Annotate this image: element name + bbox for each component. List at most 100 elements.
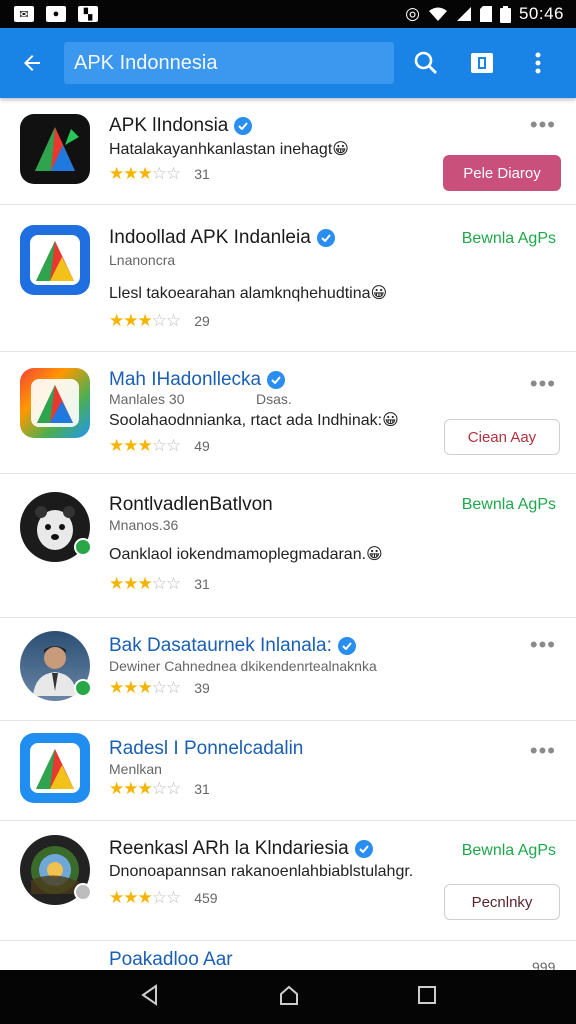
download-link[interactable]: Bewnla AgPs	[462, 496, 556, 514]
app-title: Bak Dasataurnek Inlanala:	[109, 635, 356, 657]
verified-badge-icon	[354, 840, 373, 858]
list-item[interactable]: Poakadloo Aar 999	[0, 941, 576, 970]
verified-badge-icon	[337, 637, 356, 655]
app-title: Radesl I Ponnelcadalin	[109, 738, 304, 759]
star-rating-icon: ★★★☆☆	[109, 779, 181, 798]
app-subtitle: Manlales 30	[109, 391, 185, 407]
star-rating-icon: ★★★☆☆	[109, 436, 181, 455]
back-button[interactable]	[0, 28, 64, 98]
star-rating-icon: ★★★☆☆	[109, 678, 181, 697]
rating-count: 31	[194, 576, 210, 592]
notification-icon: ▚	[78, 6, 98, 22]
play-badge-icon	[74, 538, 92, 556]
rating-count: 39	[194, 680, 210, 696]
vibrate-icon: ◎	[405, 4, 420, 23]
app-action-button[interactable]: Pele Diaroy	[443, 155, 561, 191]
star-rating-icon: ★★★☆☆	[109, 888, 181, 907]
app-title: Reenkasl ARh la Klndariesia	[109, 838, 373, 860]
app-icon	[20, 733, 90, 803]
app-description: Oanklaol iokendmamoplegmadaran.😀	[109, 546, 383, 563]
nav-recents-button[interactable]	[417, 985, 437, 1010]
recents-square-icon	[418, 985, 437, 1004]
rating-count: 31	[194, 781, 210, 797]
wifi-icon	[428, 7, 447, 21]
download-link[interactable]: Bewnla AgPs	[462, 230, 556, 248]
app-description: Hatalakayanhkanlastan inehagt😀	[109, 141, 349, 158]
verified-badge-icon	[234, 117, 253, 135]
app-rating: ★★★☆☆ 29	[109, 311, 210, 331]
clock: 50:46	[518, 4, 564, 23]
app-description: Dnonoapannsan rakanoenlahbiablstulahgr.	[109, 863, 414, 880]
navigation-bar	[0, 970, 576, 1024]
app-title: Poakadloo Aar	[109, 949, 233, 970]
app-icon	[20, 225, 90, 295]
app-subtitle: Dewiner Cahnednea dkikendenrtealnaknka	[109, 658, 377, 674]
signal-icon	[456, 7, 471, 21]
nav-home-button[interactable]	[278, 984, 300, 1011]
app-description: Soolahaodnnianka, rtact ada Indhinak:😀	[109, 412, 399, 429]
app-count: 999	[532, 959, 556, 970]
list-item[interactable]: RontlvadlenBatlvon Mnanos.36 Oanklaol io…	[0, 474, 576, 618]
app-subtitle: Mnanos.36	[109, 517, 179, 533]
store-button[interactable]	[454, 28, 510, 98]
app-rating: ★★★☆☆ 459	[109, 888, 218, 908]
overflow-menu-button[interactable]	[510, 28, 566, 98]
app-description: Llesl takoearahan alamknqhehudtina😀	[109, 285, 388, 302]
list-item[interactable]: Mah IHadonllecka Manlales 30 Dsas. Soola…	[0, 352, 576, 474]
search-query: APK Indonnesia	[74, 51, 218, 74]
status-badge-icon	[74, 883, 92, 901]
more-vert-icon	[535, 52, 541, 74]
app-action-button[interactable]: Ciean Aay	[444, 419, 560, 455]
more-options-icon[interactable]: •••	[530, 634, 556, 656]
nav-back-button[interactable]	[139, 983, 161, 1011]
app-title: Indoollad APK Indanleia	[109, 227, 335, 249]
home-icon	[279, 985, 298, 1005]
store-icon	[471, 53, 493, 73]
app-title: APK lIndonsia	[109, 115, 253, 137]
arrow-back-icon	[24, 55, 40, 71]
verified-badge-icon	[267, 371, 286, 389]
app-title: Mah IHadonllecka	[109, 369, 286, 391]
app-rating: ★★★☆☆ 39	[109, 678, 210, 698]
status-bar: ✉ ● ▚ ◎ 50:46	[0, 0, 576, 28]
app-rating: ★★★☆☆ 31	[109, 164, 210, 184]
list-item[interactable]: Reenkasl ARh la Klndariesia Dnonoapannsa…	[0, 821, 576, 941]
more-options-icon[interactable]: •••	[530, 373, 556, 395]
list-item[interactable]: APK lIndonsia Hatalakayanhkanlastan ineh…	[0, 98, 576, 205]
app-rating: ★★★☆☆ 31	[109, 574, 210, 594]
app-list: APK lIndonsia Hatalakayanhkanlastan ineh…	[0, 98, 576, 970]
download-link[interactable]: Bewnla AgPs	[462, 842, 556, 860]
back-triangle-icon	[140, 983, 157, 1006]
sd-card-icon	[479, 6, 492, 22]
rating-count: 29	[194, 313, 210, 329]
app-subtitle: Lnanoncra	[109, 252, 176, 268]
rating-count: 31	[194, 166, 210, 182]
app-action-button[interactable]: Pecnlnky	[444, 884, 560, 920]
app-title: RontlvadlenBatlvon	[109, 494, 273, 515]
notification-icon: ●	[46, 6, 66, 22]
play-badge-icon	[74, 679, 92, 697]
app-rating: ★★★☆☆ 49	[109, 436, 210, 456]
more-options-icon[interactable]: •••	[530, 114, 556, 136]
rating-count: 459	[194, 890, 218, 906]
app-rating: ★★★☆☆ 31	[109, 779, 210, 799]
rating-count: 49	[194, 438, 210, 454]
verified-badge-icon	[316, 229, 335, 247]
app-bar: APK Indonnesia	[0, 28, 576, 98]
app-subtitle: Menlkan	[109, 761, 162, 777]
star-rating-icon: ★★★☆☆	[109, 164, 181, 183]
notification-icon: ✉	[14, 6, 34, 22]
list-item[interactable]: Indoollad APK Indanleia Lnanoncra Llesl …	[0, 205, 576, 352]
search-button[interactable]	[398, 28, 454, 98]
star-rating-icon: ★★★☆☆	[109, 311, 181, 330]
app-subtitle-extra: Dsas.	[256, 391, 292, 407]
list-item[interactable]: Radesl I Ponnelcadalin Menlkan ★★★☆☆ 31 …	[0, 721, 576, 821]
more-options-icon[interactable]: •••	[530, 740, 556, 762]
app-icon	[20, 114, 90, 184]
search-input[interactable]: APK Indonnesia	[64, 42, 394, 84]
list-item[interactable]: Bak Dasataurnek Inlanala: Dewiner Cahned…	[0, 618, 576, 721]
search-icon	[414, 51, 437, 74]
star-rating-icon: ★★★☆☆	[109, 574, 181, 593]
app-icon	[20, 368, 90, 438]
battery-icon	[499, 5, 511, 23]
